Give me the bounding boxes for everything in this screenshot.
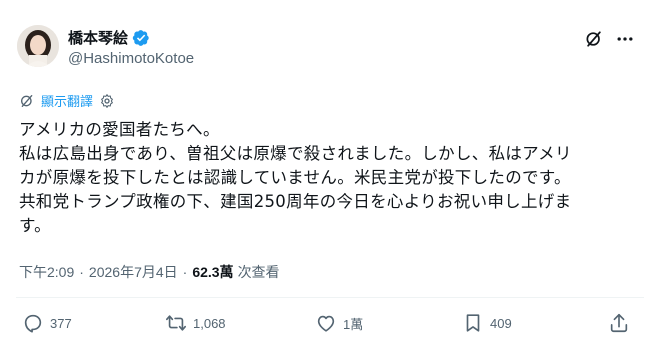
author-display-name[interactable]: 橋本琴絵 <box>68 27 128 48</box>
tweet-text: アメリカの愛国者たちへ。 私は広島出身であり、曽祖父は原爆で殺されました。しかし… <box>19 118 644 238</box>
reply-button[interactable]: 377 <box>22 312 72 334</box>
meta-separator: · <box>182 264 188 280</box>
bookmark-button[interactable]: 409 <box>462 312 512 334</box>
tweet-line: す。 <box>19 216 51 235</box>
translate-icon <box>21 94 33 107</box>
author-name-row[interactable]: 橋本琴絵 <box>68 27 150 48</box>
avatar[interactable] <box>17 25 59 67</box>
avatar-image <box>17 25 59 67</box>
tweet-line: アメリカの愛国者たちへ。 <box>19 120 220 139</box>
meta-separator: · <box>79 264 84 280</box>
reply-icon <box>24 314 42 333</box>
translate-row[interactable]: 顯示翻譯 <box>19 91 115 110</box>
post-date[interactable]: 2026年7月4日 <box>89 262 178 282</box>
author-handle[interactable]: @HashimotoKotoe <box>68 50 194 67</box>
bookmark-icon <box>466 314 480 332</box>
tweet: 橋本琴絵 @HashimotoKotoe 顯示翻譯 アメリカの愛国者たちへ。 私… <box>0 0 660 347</box>
tweet-line: 私は広島出身であり、曽祖父は原爆で殺されました。しかし、私はアメリ <box>19 144 572 163</box>
bookmark-count: 409 <box>490 315 512 331</box>
repost-button[interactable]: 1,068 <box>165 312 226 334</box>
like-icon <box>317 315 335 332</box>
share-button[interactable] <box>608 312 636 334</box>
view-count[interactable]: 62.3萬 <box>192 262 233 282</box>
share-icon <box>610 313 628 333</box>
translate-label[interactable]: 顯示翻譯 <box>41 91 93 110</box>
tweet-line: 共和党トランプ政権の下、建国250周年の今日を心よりお祝い申し上げま <box>19 192 572 211</box>
repost-count: 1,068 <box>193 315 226 331</box>
settings-icon[interactable] <box>99 93 115 109</box>
repost-icon <box>166 315 186 331</box>
grok-icon[interactable] <box>584 29 604 49</box>
divider <box>16 297 644 298</box>
like-count: 1萬 <box>343 316 364 332</box>
reply-count: 377 <box>50 315 72 331</box>
view-count-label: 次查看 <box>237 264 280 280</box>
tweet-line: カが原爆を投下したとは認識していません。米民主党が投下したのです。 <box>19 168 571 187</box>
like-button[interactable]: 1萬 <box>315 312 363 334</box>
tweet-meta: 下午2:09 · 2026年7月4日 · 62.3萬 次查看 <box>19 262 280 282</box>
more-icon[interactable] <box>615 29 635 49</box>
verified-badge-icon <box>132 29 149 46</box>
action-bar: 377 1,068 1萬 409 <box>0 312 660 342</box>
post-time[interactable]: 下午2:09 <box>19 262 74 282</box>
